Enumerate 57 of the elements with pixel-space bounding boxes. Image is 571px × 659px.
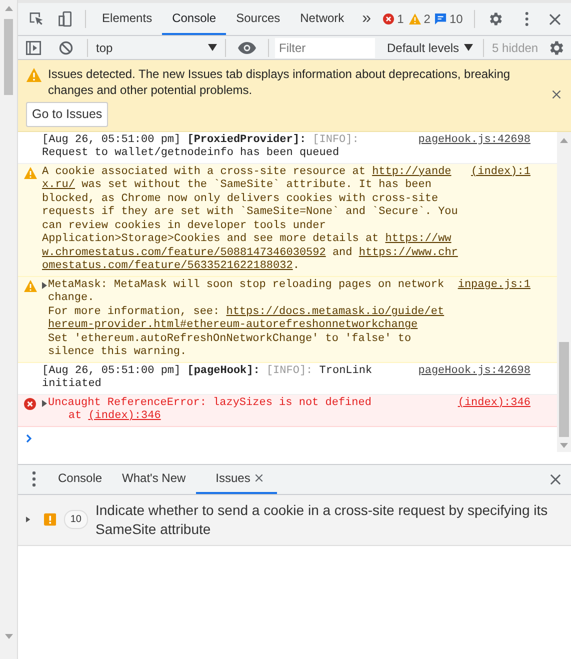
- scrollbar-thumb[interactable]: [559, 342, 569, 437]
- drawer-tab[interactable]: Console: [48, 464, 112, 494]
- drawer-tab[interactable]: What's New: [112, 464, 196, 494]
- count-label[interactable]: 1: [397, 10, 404, 28]
- context-select[interactable]: top: [94, 38, 219, 56]
- source-link[interactable]: (index):346: [88, 410, 161, 422]
- source-link[interactable]: pageHook.js:42698: [418, 134, 530, 148]
- console-message: A cookie associated with a cross-site resource at http://yandex.ru/ was set without the `SameSite` attribute. It has been blocked, as Chrome now only delivers cookies with cross-site requests if they are set with `SameSite=None` and `Secure`. You can review cookies in developer tools under Application>Storage>Cookies and see more details at https://www.chromestatus.com/feature/5088147346030592 and https://www.chromestatus.com/feature/5633521622188032.: [42, 166, 459, 274]
- error-icon: [383, 13, 394, 25]
- banner-text: Issues detected. The new Issues tab displays information about deprecations, breaking changes and other potential problems.: [48, 66, 512, 98]
- inspect-icon[interactable]: [28, 10, 45, 28]
- source-link[interactable]: inpage.js:1: [458, 278, 530, 292]
- close-icon[interactable]: [552, 90, 561, 99]
- hidden-count: 5 hidden: [492, 40, 538, 56]
- caret-icon[interactable]: [208, 44, 217, 51]
- close-icon[interactable]: [549, 12, 561, 26]
- close-icon[interactable]: [255, 474, 264, 482]
- eye-icon[interactable]: [238, 42, 256, 54]
- issue-row[interactable]: 10 Indicate whether to send a cookie in a cross-site request by specifying its SameSite attribute: [18, 494, 571, 546]
- filter-field[interactable]: Filter: [275, 38, 375, 58]
- count-label[interactable]: 10: [450, 10, 463, 28]
- console-message: MetaMask: MetaMask will soon stop reloading pages on network change. For more information, see: https://docs.metamask.io/guide/ethereum-provider.html#ethereum-autorefreshonnetworkchange Set 'ethereum.autoRefreshOnNetworkChange' to 'false' to silence this warning.: [48, 278, 446, 360]
- message-icon: [435, 13, 446, 25]
- source-link[interactable]: pageHook.js:42698: [418, 364, 530, 378]
- sidebar-toggle-icon[interactable]: [26, 40, 41, 54]
- close-icon[interactable]: [550, 474, 561, 485]
- console-message: [Aug 26, 05:51:00 pm] [pageHook]: [INFO]: TronLink initiated: [42, 364, 374, 392]
- alert-icon: [44, 512, 56, 528]
- console-message: Uncaught ReferenceError: lazySizes is not defined: [48, 396, 372, 410]
- go-to-issues-button[interactable]: Go to Issues: [26, 102, 108, 127]
- issue-title: Indicate whether to send a cookie in a cross-site request by specifying its SameSite attribute: [96, 500, 549, 539]
- scrollbar-thumb[interactable]: [4, 19, 13, 95]
- levels-dropdown[interactable]: Default levels: [383, 38, 478, 56]
- error-icon: [24, 398, 36, 410]
- count-label[interactable]: 2: [424, 10, 430, 28]
- warning-icon: [408, 13, 421, 25]
- clear-console-icon[interactable]: [59, 40, 73, 54]
- warning-icon: [26, 68, 42, 82]
- issue-count: 10: [64, 510, 88, 530]
- expand-triangle-icon[interactable]: [42, 282, 47, 289]
- stack-trace-line: at (index):346: [68, 410, 161, 422]
- prompt-chevron-icon: [26, 434, 32, 444]
- more-options-icon[interactable]: [32, 471, 36, 488]
- device-icon[interactable]: [56, 10, 74, 28]
- source-link[interactable]: (index):346: [458, 396, 530, 410]
- more-tabs-button[interactable]: »: [362, 7, 372, 31]
- console-message: [Aug 26, 05:51:00 pm] [ProxiedProvider]: [INFO]: Request to wallet/getnodeinfo has been queued: [42, 134, 360, 161]
- caret-icon[interactable]: [464, 44, 474, 51]
- more-options-icon[interactable]: [525, 11, 530, 27]
- warning-icon: [24, 280, 36, 292]
- source-link[interactable]: (index):1: [471, 166, 530, 180]
- panel-tab[interactable]: Network: [290, 3, 354, 35]
- expand-triangle-icon[interactable]: [26, 516, 30, 524]
- panel-tab[interactable]: Sources: [226, 3, 290, 35]
- expand-triangle-icon[interactable]: [42, 400, 47, 407]
- warning-icon: [24, 166, 36, 179]
- panel-tab[interactable]: Elements: [92, 3, 162, 35]
